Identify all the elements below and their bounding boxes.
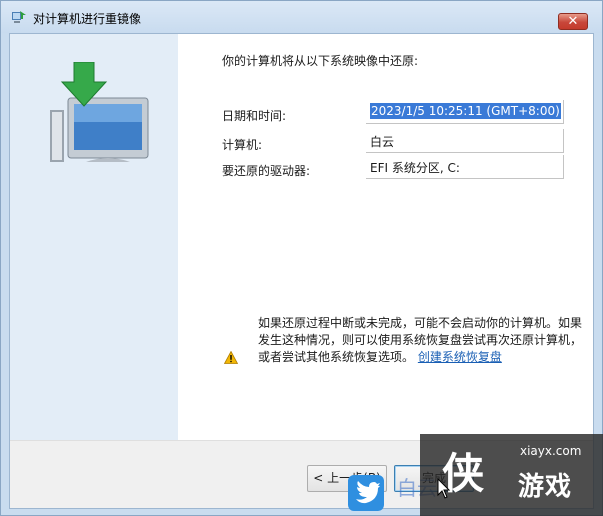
datetime-value[interactable]: 2023/1/5 10:25:11 (GMT+8:00) [366,100,564,124]
title-bar[interactable]: 对计算机进行重镜像 ✕ [1,1,602,33]
computer-label: 计算机: [222,138,263,152]
window-title: 对计算机进行重镜像 [33,12,142,26]
computer-value-text: 白云 [370,135,395,149]
backup-app-icon [12,11,26,23]
close-icon: ✕ [567,14,579,29]
datetime-value-text: 2023/1/5 10:25:11 (GMT+8:00) [370,103,561,119]
close-button[interactable]: ✕ [558,13,588,30]
create-recovery-disc-link[interactable]: 创建系统恢复盘 [418,350,502,364]
watermark-overlay: 侠 xiayx.com 游戏 [420,434,603,516]
warning-icon [224,351,238,364]
left-banner-pane [10,34,178,440]
computer-value[interactable]: 白云 [366,129,564,153]
datetime-label: 日期和时间: [222,109,287,123]
main-content-pane: 你的计算机将从以下系统映像中还原: 日期和时间: 2023/1/5 10:25:… [178,34,593,440]
watermark-name: 游戏 [518,472,573,502]
bird-icon [348,475,384,511]
restore-heading: 你的计算机将从以下系统映像中还原: [222,54,419,68]
watermark-site: xiayx.com [520,444,582,458]
mouse-cursor-icon [437,478,451,499]
drives-label: 要还原的驱动器: [222,164,311,178]
warning-message: 如果还原过程中断或未完成，可能不会启动你的计算机。如果发生这种情况，则可以使用系… [258,315,588,366]
computer-restore-icon [50,62,149,162]
drives-value-text: EFI 系统分区, C: [370,161,460,175]
drives-value[interactable]: EFI 系统分区, C: [366,155,564,179]
